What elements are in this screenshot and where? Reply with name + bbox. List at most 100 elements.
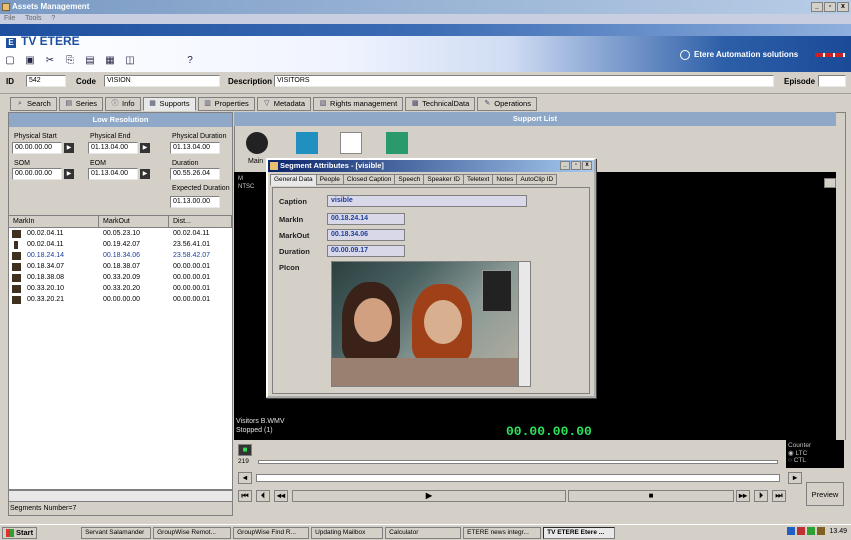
som-field[interactable]: 00.00.00.00 [12,168,62,180]
physical-end-field[interactable]: 01.13.04.00 [88,142,138,154]
episode-field[interactable] [818,75,846,87]
duration-field[interactable]: 00.55.26.04 [170,168,220,180]
clip-icon [9,261,23,272]
tab-teletext[interactable]: Teletext [462,174,494,185]
tab-properties[interactable]: ▥ Properties [197,97,255,111]
rewind-icon[interactable]: ◂◂ [274,490,288,502]
task-groupwise-remote[interactable]: GroupWise Remot... [153,526,232,539]
tab-operations[interactable]: ✎ Operations [477,97,537,111]
step-back-icon[interactable]: ◂ [238,472,252,484]
tray-icon[interactable] [787,527,795,535]
col-distance[interactable]: Dist... [169,216,232,227]
dialog-close-button[interactable]: x [582,161,592,170]
table-row-selected[interactable]: 00.18.24.14 00.18.34.06 23.58.42.07 [9,250,232,261]
ltc-radio[interactable]: ◉ LTC [788,449,842,457]
id-field[interactable]: 542 [26,75,66,87]
menu-help[interactable]: ? [51,15,55,22]
step-forward-icon[interactable]: ▸ [788,472,802,484]
goto-end-icon[interactable]: ⏭ [772,490,786,502]
start-button[interactable]: Start [2,526,38,539]
table-row[interactable]: 00.33.20.10 00.33.20.20 00.00.00.01 [9,283,232,294]
next-icon[interactable]: ⏵ [754,490,768,502]
goto-start-icon[interactable]: ⏮ [238,490,252,502]
picon-scrollbar[interactable] [518,262,530,386]
filter-icon[interactable]: ▦ [102,52,118,68]
tab-technical[interactable]: ▩ TechnicalData [405,97,476,111]
physical-start-field[interactable]: 00.00.00.00 [12,142,62,154]
support-icon-4[interactable] [386,132,408,154]
task-updating-mailbox[interactable]: Updating Mailbox [311,526,384,539]
preview-icon[interactable]: ◫ [122,52,138,68]
play-icon[interactable]: ▶ [64,143,74,153]
support-icon-3[interactable] [340,132,362,154]
maximize-button[interactable]: ▫ [824,2,836,12]
table-row[interactable]: 00.33.20.21 00.00.00.00 00.00.00.01 [9,294,232,305]
tab-rights[interactable]: ▧ Rights management [313,97,404,111]
save-icon[interactable]: ▣ [22,52,38,68]
markin-field[interactable]: 00.18.24.14 [327,213,405,225]
help-icon[interactable]: ? [182,52,198,68]
menu-tools[interactable]: Tools [25,15,41,22]
tab-people[interactable]: People [315,174,344,185]
table-row[interactable]: 00.18.34.07 00.18.38.07 00.00.00.01 [9,261,232,272]
menu-file[interactable]: File [4,15,15,22]
code-field[interactable]: VISION [104,75,220,87]
description-field[interactable]: VISITORS [274,75,774,87]
minimize-button[interactable]: _ [811,2,823,12]
position-bar[interactable] [256,474,780,482]
support-icon-2[interactable] [296,132,318,154]
horizontal-scrollbar[interactable] [8,490,233,502]
tab-metadata[interactable]: ▽ Metadata [256,97,312,111]
tab-speaker-id[interactable]: Speaker ID [423,174,464,185]
tab-autoclip-id[interactable]: AutoClip ID [516,174,558,185]
tab-series[interactable]: ▤ Series [58,97,104,111]
prev-icon[interactable]: ⏴ [256,490,270,502]
play-icon-4[interactable]: ▶ [140,169,150,179]
expected-duration-field[interactable]: 01.13.00.00 [170,196,220,208]
task-tv-etere[interactable]: TV ETERE Etere ... [543,526,616,539]
tab-search[interactable]: ⌕ Search [10,97,57,111]
paste-icon[interactable]: ▤ [82,52,98,68]
quicklaunch-icons[interactable] [39,528,79,538]
play-icon-2[interactable]: ▶ [140,143,150,153]
tab-notes[interactable]: Notes [492,174,518,185]
record-icon[interactable]: ■ [238,444,252,456]
tray-icon[interactable] [797,527,805,535]
stop-button[interactable]: ■ [568,490,734,502]
task-servant-salamander[interactable]: Servant Salamander [81,526,152,539]
new-icon[interactable]: ▢ [2,52,18,68]
duration-field-dialog[interactable]: 00.00.09.17 [327,245,405,257]
tray-icon[interactable] [807,527,815,535]
col-markout[interactable]: MarkOut [99,216,169,227]
fast-forward-icon[interactable]: ▸▸ [736,490,750,502]
col-markin[interactable]: MarkIn [9,216,99,227]
tab-general-data[interactable]: General Data [270,174,317,186]
eom-field[interactable]: 01.13.04.00 [88,168,138,180]
main-support-icon[interactable] [246,132,268,154]
timeline-slider[interactable] [258,460,778,464]
dialog-maximize-button[interactable]: ▫ [571,161,581,170]
task-etere-news[interactable]: ETERE news integr... [463,526,542,539]
tab-closed-caption[interactable]: Closed Caption [342,174,396,185]
task-calculator[interactable]: Calculator [385,526,462,539]
table-row[interactable]: 00.18.38.08 00.33.20.09 00.00.00.01 [9,272,232,283]
table-row[interactable]: 00.02.04.11 00.19.42.07 23.56.41.01 [9,239,232,250]
tab-supports[interactable]: ▦ Supports [142,97,196,111]
tab-info[interactable]: ⓘ Info [105,97,141,111]
close-button[interactable]: x [837,2,849,12]
task-groupwise-find[interactable]: GroupWise Find R... [233,526,310,539]
tab-speech[interactable]: Speech [394,174,425,185]
ctl-radio[interactable]: ○ CTL [788,457,842,464]
caption-field[interactable]: visible [327,195,527,207]
markout-field[interactable]: 00.18.34.06 [327,229,405,241]
table-row[interactable]: 00.02.04.11 00.05.23.10 00.02.04.11 [9,228,232,239]
tray-icon[interactable] [817,527,825,535]
play-icon-3[interactable]: ▶ [64,169,74,179]
cut-icon[interactable]: ✂ [42,52,58,68]
snapshot-icon[interactable] [824,178,836,188]
copy-icon[interactable]: ⎘ [62,52,78,68]
preview-button[interactable]: Preview [806,482,844,506]
play-button[interactable]: ▶ [292,490,566,502]
physical-duration-field[interactable]: 01.13.04.00 [170,142,220,154]
dialog-minimize-button[interactable]: _ [560,161,570,170]
